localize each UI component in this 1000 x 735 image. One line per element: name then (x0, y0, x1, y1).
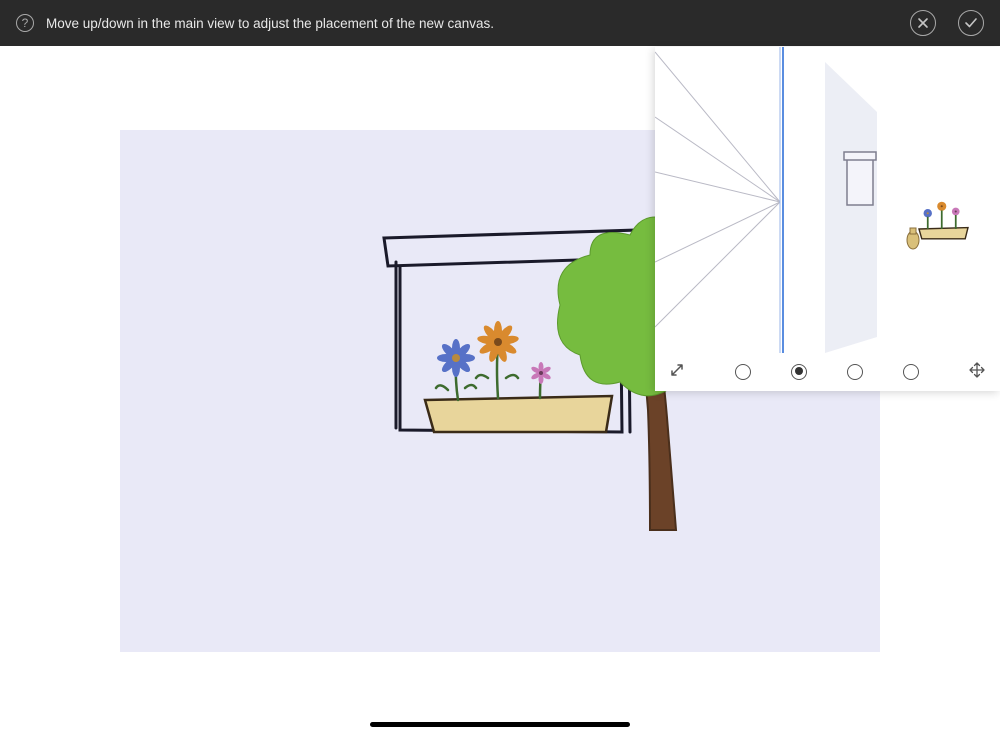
depth-dot-2[interactable] (791, 364, 807, 380)
close-icon (917, 17, 929, 29)
depth-dot-3[interactable] (847, 364, 863, 380)
check-icon (964, 17, 978, 29)
cancel-button[interactable] (910, 10, 936, 36)
top-bar: ? Move up/down in the main view to adjus… (0, 0, 1000, 46)
confirm-button[interactable] (958, 10, 984, 36)
help-icon-glyph: ? (22, 16, 29, 30)
move-handle-button[interactable] (968, 361, 986, 384)
hint-text: Move up/down in the main view to adjust … (46, 16, 888, 31)
help-icon[interactable]: ? (16, 14, 34, 32)
expand-diagonal-icon (669, 362, 685, 378)
move-icon (968, 361, 986, 379)
depth-dot-1[interactable] (735, 364, 751, 380)
perspective-panel (655, 47, 1000, 391)
resize-handle-button[interactable] (669, 362, 685, 383)
home-indicator[interactable] (370, 722, 630, 727)
depth-dots (735, 364, 919, 380)
depth-dot-4[interactable] (903, 364, 919, 380)
main-view[interactable] (0, 46, 1000, 735)
perspective-toolbar (655, 353, 1000, 391)
perspective-artwork (655, 47, 1000, 353)
perspective-preview[interactable] (655, 47, 1000, 353)
